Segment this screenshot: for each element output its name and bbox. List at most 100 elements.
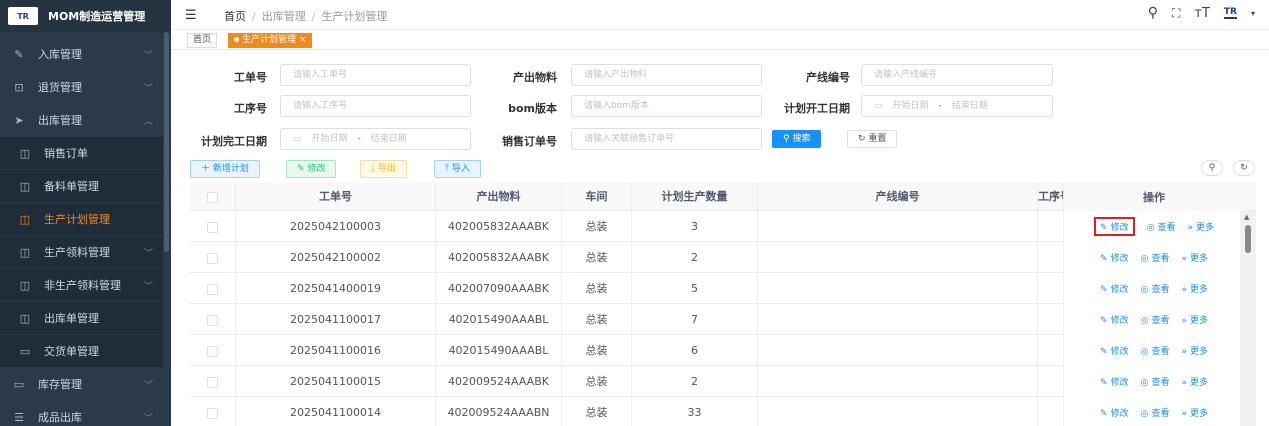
search-button[interactable]: ⚲ 搜索 bbox=[772, 130, 822, 148]
sidebar-item[interactable]: ☰ 成品出库 ﹀ bbox=[0, 401, 163, 426]
work-order-input[interactable]: 请输入工单号 bbox=[280, 64, 471, 86]
row-checkbox[interactable] bbox=[207, 376, 218, 388]
select-cell[interactable] bbox=[190, 366, 236, 397]
brand-logo: TR bbox=[8, 7, 38, 25]
table-row[interactable]: 2025041100017 402015490AAABL 总装 7 ✎ 修改 ◎ 查看 » 更多 bbox=[190, 304, 1256, 335]
table-row[interactable]: 2025041100014 402009524AAABN 总装 33 ✎ 修改 ◎ 查看 » 更多 bbox=[190, 397, 1256, 426]
caret-down-icon[interactable]: ▾ bbox=[1251, 9, 1255, 18]
select-cell[interactable] bbox=[190, 273, 236, 304]
list-icon: ☰ bbox=[14, 410, 24, 424]
sidebar-item[interactable]: ◫ 生产计划管理 bbox=[0, 203, 163, 235]
table-row[interactable]: 2025042100003 402005832AAABK 总装 3 ✎ 修改 ◎ 查看 » 更多 bbox=[190, 211, 1256, 242]
row-edit-link[interactable]: ✎ 修改 bbox=[1100, 313, 1129, 326]
hamburger-icon[interactable]: ☰ bbox=[185, 8, 197, 23]
select-all-cell[interactable] bbox=[190, 183, 236, 211]
export-label: 导出 bbox=[377, 164, 396, 174]
scroll-up-icon[interactable]: ▲ bbox=[1244, 213, 1249, 221]
sidebar-item[interactable]: ◫ 出库单管理 bbox=[0, 302, 163, 334]
sidebar-item[interactable]: ◫ 销售订单 bbox=[0, 137, 163, 169]
sidebar-item[interactable]: ✎ 入库管理 ﹀ bbox=[0, 38, 163, 70]
toggle-search-button[interactable]: ⚲ bbox=[1201, 160, 1223, 176]
import-button[interactable]: ⤒ 导入 bbox=[434, 160, 481, 178]
output-material-input[interactable]: 请输入产出物料 bbox=[571, 64, 762, 86]
select-cell[interactable] bbox=[190, 335, 236, 366]
select-all-checkbox[interactable] bbox=[207, 191, 218, 203]
table-vertical-scrollbar[interactable]: ▲ bbox=[1240, 211, 1256, 426]
process-no-input[interactable]: 请输入工序号 bbox=[280, 95, 471, 117]
table-row[interactable]: 2025041100015 402009524AAABK 总装 2 ✎ 修改 ◎ 查看 » 更多 bbox=[190, 366, 1256, 397]
row-more-link[interactable]: » 更多 bbox=[1187, 220, 1214, 233]
bom-version-input[interactable]: 请输入bom版本 bbox=[571, 95, 762, 117]
row-checkbox[interactable] bbox=[207, 252, 218, 264]
plan-start-date-range[interactable]: ▭ 开始日期 - 结束日期 bbox=[861, 95, 1053, 117]
row-more-link[interactable]: » 更多 bbox=[1181, 344, 1208, 357]
search-icon[interactable]: ⚲ bbox=[1148, 5, 1158, 21]
row-edit-link[interactable]: ✎ 修改 bbox=[1100, 375, 1129, 388]
brand[interactable]: TR MOM制造运营管理 bbox=[0, 0, 171, 32]
row-more-label: 更多 bbox=[1189, 254, 1208, 264]
reset-button[interactable]: ↻ 重置 bbox=[847, 130, 898, 148]
select-cell[interactable] bbox=[190, 304, 236, 335]
tag-home[interactable]: 首页 bbox=[187, 33, 218, 48]
row-edit-link[interactable]: ✎ 修改 bbox=[1100, 344, 1129, 357]
breadcrumb-home[interactable]: 首页 bbox=[224, 10, 246, 23]
row-checkbox[interactable] bbox=[207, 314, 218, 326]
cell-plan-qty: 5 bbox=[632, 273, 758, 304]
row-view-link[interactable]: ◎ 查看 bbox=[1141, 282, 1170, 295]
tags-view: 首页 生产计划管理 × bbox=[171, 30, 1269, 50]
select-cell[interactable] bbox=[190, 397, 236, 426]
sales-order-input[interactable]: 请输入关联销售订单号 bbox=[571, 128, 762, 150]
date-range-dash: - bbox=[357, 134, 361, 144]
sidebar-item[interactable]: ▭ 库存管理 ﹀ bbox=[0, 368, 163, 400]
sidebar-item[interactable]: ➤ 出库管理 ︿ bbox=[0, 104, 163, 136]
row-view-label: 查看 bbox=[1151, 347, 1170, 357]
user-logo[interactable]: TR bbox=[1223, 7, 1237, 19]
row-view-link[interactable]: ◎ 查看 bbox=[1141, 313, 1170, 326]
sidebar-item[interactable]: ⊡ 退货管理 ﹀ bbox=[0, 71, 163, 103]
tag-close-icon[interactable]: × bbox=[299, 35, 307, 45]
fullscreen-icon[interactable]: ⛶ bbox=[1172, 6, 1180, 21]
tag-production-plan[interactable]: 生产计划管理 × bbox=[228, 33, 313, 48]
edit-icon: ✎ bbox=[297, 164, 308, 174]
row-checkbox[interactable] bbox=[207, 345, 218, 357]
line-no-input[interactable]: 请输入产线编号 bbox=[861, 64, 1053, 86]
sidebar-item[interactable]: ▭ 交货单管理 bbox=[0, 335, 163, 367]
row-more-link[interactable]: » 更多 bbox=[1181, 251, 1208, 264]
search-button-label: 搜索 bbox=[792, 134, 811, 144]
select-cell[interactable] bbox=[190, 242, 236, 273]
edit-button[interactable]: ✎ 修改 bbox=[286, 160, 337, 178]
table-row[interactable]: 2025042100002 402005832AAABK 总装 2 ✎ 修改 ◎ 查看 » 更多 bbox=[190, 242, 1256, 273]
row-more-link[interactable]: » 更多 bbox=[1181, 406, 1208, 419]
sidebar-item[interactable]: ◫ 生产领料管理 ﹀ bbox=[0, 236, 163, 268]
row-checkbox[interactable] bbox=[207, 283, 218, 295]
row-edit-link[interactable]: ✎ 修改 bbox=[1094, 217, 1135, 236]
scroll-thumb[interactable] bbox=[1245, 225, 1251, 253]
refresh-table-button[interactable]: ↻ bbox=[1233, 160, 1255, 176]
select-cell[interactable] bbox=[190, 211, 236, 242]
table-row[interactable]: 2025041400019 402007090AAABK 总装 5 ✎ 修改 ◎ 查看 » 更多 bbox=[190, 273, 1256, 304]
row-view-link[interactable]: ◎ 查看 bbox=[1141, 251, 1170, 264]
row-view-link[interactable]: ◎ 查看 bbox=[1141, 406, 1170, 419]
row-view-link[interactable]: ◎ 查看 bbox=[1147, 220, 1176, 233]
row-edit-link[interactable]: ✎ 修改 bbox=[1100, 406, 1129, 419]
font-size-icon[interactable]: тT bbox=[1194, 6, 1210, 21]
table-row[interactable]: 2025041100016 402015490AAABL 总装 6 ✎ 修改 ◎ 查看 » 更多 bbox=[190, 335, 1256, 366]
eye-icon: ◎ bbox=[1140, 409, 1149, 419]
row-checkbox[interactable] bbox=[207, 407, 218, 419]
row-more-link[interactable]: » 更多 bbox=[1181, 313, 1208, 326]
add-plan-button[interactable]: ＋ 新增计划 bbox=[190, 160, 260, 178]
row-view-link[interactable]: ◎ 查看 bbox=[1141, 344, 1170, 357]
eye-icon: ◎ bbox=[1140, 347, 1149, 357]
sidebar-item[interactable]: ◫ 非生产领料管理 ﹀ bbox=[0, 269, 163, 301]
row-checkbox[interactable] bbox=[207, 221, 218, 233]
row-view-link[interactable]: ◎ 查看 bbox=[1141, 375, 1170, 388]
export-button[interactable]: ⤓ 导出 bbox=[360, 160, 407, 178]
row-more-link[interactable]: » 更多 bbox=[1181, 282, 1208, 295]
row-edit-link[interactable]: ✎ 修改 bbox=[1100, 251, 1129, 264]
row-edit-link[interactable]: ✎ 修改 bbox=[1100, 282, 1129, 295]
row-more-link[interactable]: » 更多 bbox=[1181, 375, 1208, 388]
sidebar-item[interactable]: ◫ 备料单管理 bbox=[0, 170, 163, 202]
plan-finish-date-range[interactable]: ▭ 开始日期 - 结束日期 bbox=[280, 128, 471, 150]
sidebar-scrollbar[interactable] bbox=[164, 32, 169, 252]
row-view-label: 查看 bbox=[1157, 223, 1176, 233]
